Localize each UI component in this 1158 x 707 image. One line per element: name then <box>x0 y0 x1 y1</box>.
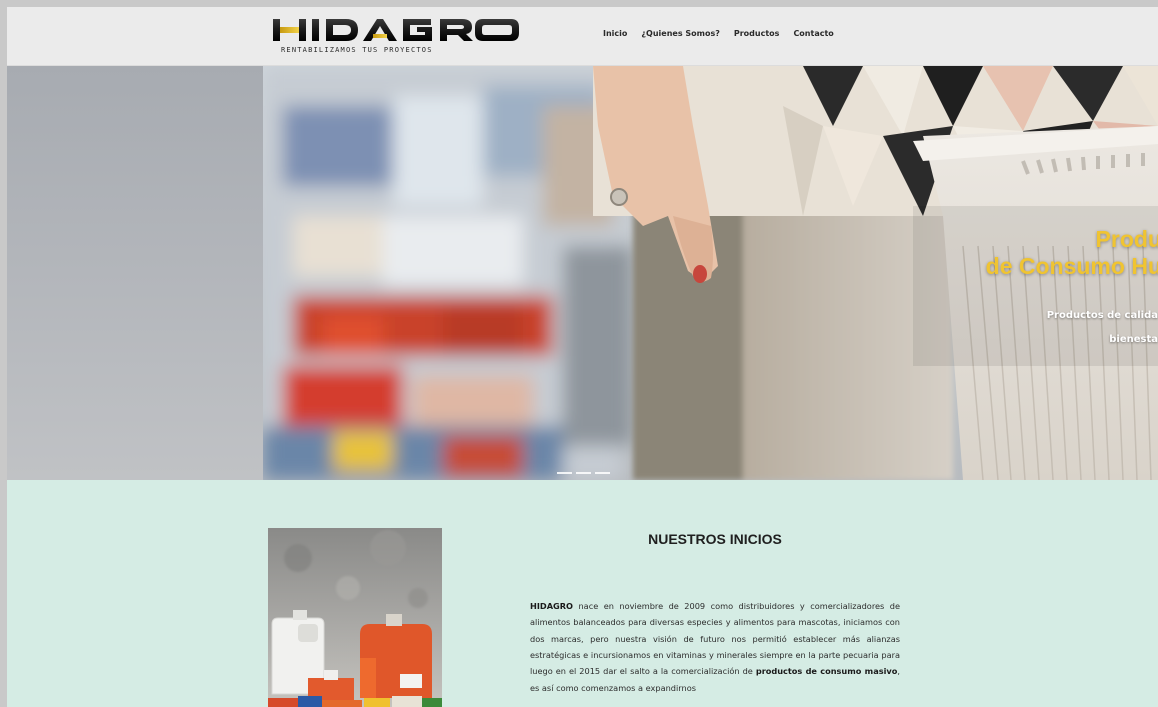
site-header: RENTABILIZAMOS TUS PROYECTOS Inicio ¿Qui… <box>7 7 1158 66</box>
products-photo <box>268 528 442 707</box>
slider-indicators <box>557 472 610 474</box>
main-nav: Inicio ¿Quienes Somos? Productos Contact… <box>603 29 834 38</box>
nav-item-inicio[interactable]: Inicio <box>603 29 627 38</box>
slider-indicator-2[interactable] <box>576 472 591 474</box>
about-section: NUESTROS INICIOS HIDAGRO nace en noviemb… <box>7 480 1158 707</box>
nav-item-quienes-somos[interactable]: ¿Quienes Somos? <box>641 29 719 38</box>
logo-wordmark-icon <box>273 19 519 41</box>
hero-slider: Produ de Consumo Hu Productos de calida … <box>7 66 1158 480</box>
hero-title: Produ de Consumo Hu <box>986 226 1158 280</box>
hero-subtitle-line2: bienesta <box>1109 334 1158 345</box>
logo-tagline: RENTABILIZAMOS TUS PROYECTOS <box>281 46 433 54</box>
hero-subtitle-line1: Productos de calida <box>1046 310 1158 321</box>
hero-title-line1: Produ <box>1095 226 1158 252</box>
nav-item-productos[interactable]: Productos <box>734 29 780 38</box>
about-strong-brand: HIDAGRO <box>530 601 574 612</box>
about-strong-products: productos de consumo masivo <box>755 666 898 677</box>
page: RENTABILIZAMOS TUS PROYECTOS Inicio ¿Qui… <box>7 7 1158 707</box>
slider-indicator-1[interactable] <box>557 472 572 474</box>
hero-title-line2: de Consumo Hu <box>985 253 1158 279</box>
slider-indicator-3[interactable] <box>595 472 610 474</box>
hero-side-panel <box>7 66 263 480</box>
about-title: NUESTROS INICIOS <box>648 531 782 547</box>
site-logo[interactable]: RENTABILIZAMOS TUS PROYECTOS <box>263 15 525 57</box>
hero-subtitle: Productos de calida bienesta <box>1047 304 1158 352</box>
nav-item-contacto[interactable]: Contacto <box>793 29 833 38</box>
about-paragraph: HIDAGRO nace en noviembre de 2009 como d… <box>530 598 900 696</box>
